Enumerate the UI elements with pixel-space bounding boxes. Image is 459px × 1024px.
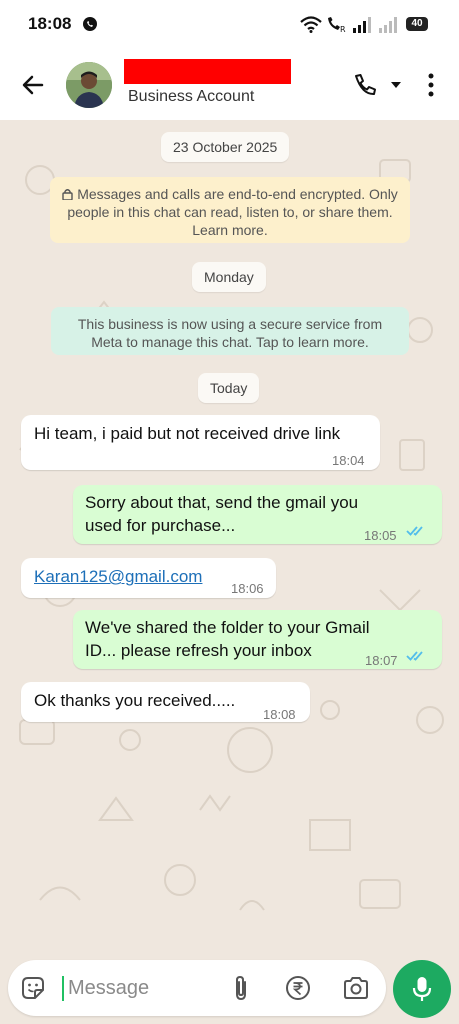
message-text: Sorry about that, send the gmail you use…	[85, 493, 359, 535]
message-text: We've shared the folder to your Gmail ID…	[85, 618, 370, 660]
battery-indicator: 40	[406, 17, 428, 31]
avatar[interactable]	[66, 62, 112, 108]
call-volte-icon: R	[328, 17, 346, 33]
message-bubble-outgoing[interactable]: Sorry about that, send the gmail you use…	[73, 485, 442, 544]
chat-area[interactable]: 23 October 2025 Messages and calls are e…	[0, 120, 459, 956]
contact-subtitle: Business Account	[128, 88, 255, 105]
voice-message-button[interactable]	[393, 960, 451, 1018]
sticker-icon[interactable]	[20, 975, 46, 1001]
double-check-icon	[406, 651, 423, 661]
signal-strength-icon	[353, 17, 371, 33]
message-input[interactable]	[68, 972, 218, 1004]
wifi-icon	[300, 16, 322, 33]
paperclip-icon[interactable]	[230, 974, 252, 1002]
date-chip: 23 October 2025	[161, 132, 290, 162]
message-bubble-outgoing[interactable]: We've shared the folder to your Gmail ID…	[73, 610, 442, 669]
message-composer	[8, 960, 386, 1016]
double-check-icon	[406, 526, 423, 536]
today-chip: Today	[198, 373, 260, 403]
chat-header: Business Account	[0, 52, 459, 120]
svg-text:R: R	[340, 25, 346, 33]
message-bubble-incoming[interactable]: Hi team, i paid but not received drive l…	[21, 415, 380, 470]
more-vertical-icon[interactable]	[426, 72, 436, 98]
day-chip: Monday	[192, 262, 266, 292]
message-text: Ok thanks you received.....	[34, 691, 236, 710]
status-bar: 18:08 R 40	[0, 0, 459, 52]
message-bubble-incoming[interactable]: Ok thanks you received..... 18:08	[21, 682, 310, 722]
whatsapp-notification-icon	[83, 17, 97, 31]
phone-icon[interactable]	[352, 72, 378, 98]
back-arrow-icon[interactable]	[20, 72, 46, 98]
contact-name-redacted[interactable]	[124, 59, 291, 84]
message-time: 18:04	[332, 453, 365, 468]
message-bubble-incoming[interactable]: Karan125@gmail.com 18:06	[21, 558, 276, 598]
text-cursor	[62, 976, 64, 1001]
message-time: 18:08	[263, 707, 296, 722]
camera-icon[interactable]	[342, 975, 370, 1001]
email-link[interactable]: Karan125@gmail.com	[34, 565, 202, 588]
message-time: 18:07	[365, 653, 398, 668]
microphone-icon	[412, 977, 432, 1001]
message-text: Hi team, i paid but not received drive l…	[34, 424, 341, 443]
rupee-icon[interactable]	[285, 975, 311, 1001]
encryption-notice[interactable]: Messages and calls are end-to-end encryp…	[50, 177, 410, 243]
status-time: 18:08	[28, 14, 72, 33]
business-notice[interactable]: This business is now using a secure serv…	[51, 307, 409, 355]
message-time: 18:05	[364, 528, 397, 543]
chevron-down-icon[interactable]	[390, 80, 402, 90]
message-time: 18:06	[231, 581, 264, 596]
lock-icon	[62, 189, 73, 200]
signal-strength-secondary-icon	[379, 17, 397, 33]
